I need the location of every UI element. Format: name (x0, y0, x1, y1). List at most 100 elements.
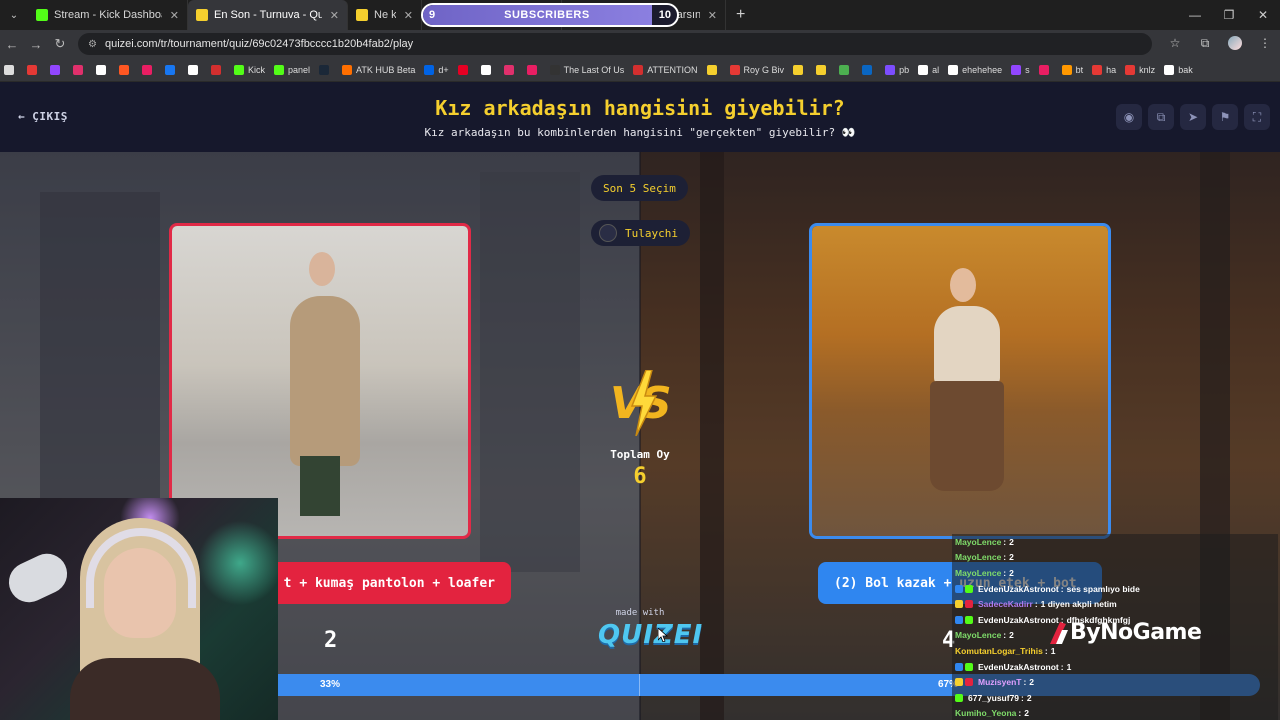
bookmark-item[interactable] (706, 64, 721, 75)
bookmark-item[interactable]: knlz (1125, 64, 1155, 75)
bookmark-item[interactable] (165, 64, 179, 75)
bookmark-item[interactable] (211, 64, 225, 75)
bookmark-item[interactable] (1038, 64, 1053, 75)
chat-text: 2 (1009, 630, 1014, 641)
chat-separator: : (1044, 645, 1048, 656)
bookmark-item[interactable] (793, 64, 807, 75)
chat-message: EvdenUzakAstronot:1 (952, 659, 1278, 675)
browser-tab[interactable]: Ne kadar iyi niy ✕ (348, 0, 422, 30)
last-picks-button[interactable]: Son 5 Seçim (591, 175, 688, 201)
tab-search-icon[interactable]: ⌄ (0, 0, 28, 30)
chat-separator: : (1060, 661, 1064, 672)
browser-tab[interactable]: Stream - Kick Dashboard ✕ (28, 0, 188, 30)
bookmark-item[interactable] (142, 64, 156, 75)
url-field[interactable]: ⚙ quizei.com/tr/tournament/quiz/69c02473… (78, 33, 1152, 55)
bookmark-item[interactable]: al (918, 64, 939, 75)
bookmark-item[interactable] (188, 64, 202, 75)
bookmark-item[interactable] (119, 64, 133, 75)
forward-arrow-icon[interactable]: → (24, 37, 48, 52)
bookmark-item[interactable] (839, 64, 853, 75)
bookmark-item[interactable] (862, 64, 876, 75)
bookmark-favicon-icon (633, 64, 644, 75)
player-name: Tulaychi (625, 226, 678, 240)
left-option-image[interactable] (169, 223, 471, 539)
bookmark-item[interactable] (816, 64, 830, 75)
bookmark-favicon-icon (457, 64, 468, 75)
send-icon[interactable]: ➤ (1180, 104, 1206, 130)
bookmark-favicon-icon (234, 64, 244, 75)
bookmark-item[interactable]: ATK HUB Beta (342, 64, 415, 75)
chat-text: ses spamlıyo bide (1066, 583, 1140, 594)
chat-username: MayoLence (955, 536, 1002, 547)
player-avatar (599, 224, 617, 242)
sponsor-logo: ByNoGame (1048, 620, 1202, 645)
bookmark-favicon-icon (319, 64, 330, 75)
bookmark-item[interactable]: The Last Of Us (549, 64, 624, 75)
chat-text: 2 (1009, 536, 1014, 547)
quizei-icon (356, 9, 368, 21)
bookmark-item[interactable] (319, 64, 333, 75)
chat-badge-icon (965, 584, 973, 593)
bookmark-item[interactable]: s (1011, 64, 1030, 75)
left-option-button[interactable]: t + kumaş pantolon + loafer (262, 562, 511, 604)
chat-separator: : (1034, 599, 1038, 610)
reload-icon[interactable]: ↻ (48, 36, 72, 52)
chat-badge-icon (955, 662, 963, 671)
bookmark-item[interactable]: ha (1092, 64, 1116, 75)
bookmark-item[interactable] (503, 64, 518, 75)
bookmark-item[interactable] (73, 64, 87, 75)
browser-tab[interactable]: En Son - Turnuva - Quizei ✕ (188, 0, 348, 30)
window-controls: — ❐ ✕ (1178, 0, 1280, 30)
chat-badges (955, 584, 975, 593)
bookmark-item[interactable]: ehehehee (948, 64, 1002, 75)
lightning-icon (630, 370, 658, 436)
bookmark-favicon-icon (526, 64, 537, 75)
close-tab-icon[interactable]: ✕ (170, 9, 179, 22)
new-tab-button[interactable]: + (726, 6, 755, 24)
chat-message: KomutanLogar_Trihis:1 (952, 643, 1278, 659)
bookmark-item[interactable]: bt (1061, 64, 1083, 75)
bookmark-favicon-icon (1038, 64, 1049, 75)
chat-badges (955, 615, 975, 624)
bookmark-item[interactable] (480, 64, 495, 75)
bookmark-item[interactable]: Roy G Biv (729, 64, 784, 75)
bookmark-item[interactable]: ATTENTION (633, 64, 698, 75)
site-info-icon[interactable]: ⚙ (88, 39, 97, 50)
bookmark-item[interactable]: Kick (234, 64, 265, 75)
chat-separator: : (1021, 692, 1024, 703)
apps-grid-icon[interactable] (4, 64, 18, 75)
tab-title: Ne kadar iyi niy (374, 9, 396, 21)
bookmark-favicon-icon (50, 64, 60, 75)
bookmark-item[interactable] (526, 64, 541, 75)
eye-icon[interactable]: ◉ (1116, 104, 1142, 130)
bookmark-item[interactable] (50, 64, 64, 75)
bookmark-label: panel (288, 64, 311, 75)
bookmark-item[interactable] (457, 64, 472, 75)
bookmark-item[interactable] (27, 64, 41, 75)
bookmark-star-icon[interactable]: ☆ (1160, 36, 1190, 53)
bookmark-item[interactable]: pb (885, 64, 909, 75)
extensions-icon[interactable]: ⧉ (1190, 36, 1220, 53)
chat-username: Kumiho_Yeona (955, 708, 1017, 719)
maximize-icon[interactable]: ❐ (1212, 0, 1246, 30)
copy-icon[interactable]: ⧉ (1148, 104, 1174, 130)
profile-avatar[interactable] (1220, 35, 1250, 53)
fullscreen-icon[interactable]: ⛶ (1244, 104, 1270, 130)
quizei-logo[interactable]: QUIZEI (598, 620, 702, 650)
minimize-icon[interactable]: — (1178, 0, 1212, 30)
bookmark-item[interactable]: d+ (424, 64, 449, 75)
close-tab-icon[interactable]: ✕ (708, 9, 717, 22)
close-window-icon[interactable]: ✕ (1246, 0, 1280, 30)
bookmark-favicon-icon (948, 64, 959, 75)
flag-icon[interactable]: ⚑ (1212, 104, 1238, 130)
right-option-image[interactable] (809, 223, 1111, 539)
close-tab-icon[interactable]: ✕ (404, 9, 413, 22)
back-arrow-icon[interactable]: ← (0, 37, 24, 52)
bookmark-item[interactable]: bak (1164, 64, 1193, 75)
bookmark-item[interactable] (96, 64, 110, 75)
chat-separator: : (1003, 536, 1007, 547)
bookmark-item[interactable]: panel (274, 64, 311, 75)
browser-menu-icon[interactable]: ⋮ (1250, 36, 1280, 53)
chat-username: MayoLence (955, 567, 1002, 578)
close-tab-icon[interactable]: ✕ (330, 9, 339, 22)
